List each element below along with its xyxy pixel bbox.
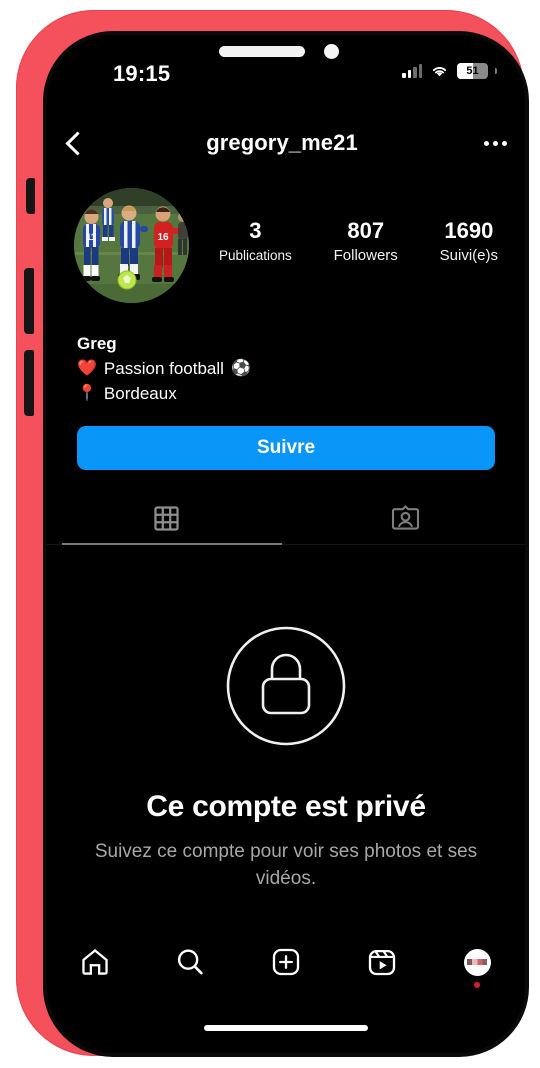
nav-create[interactable]: [238, 947, 334, 977]
stat-publications[interactable]: 3 Publications: [219, 218, 292, 266]
profile-picture-image: 11 16: [74, 188, 189, 303]
bio-line-2: 📍 Bordeaux: [77, 381, 477, 406]
soccer-ball-emoji: ⚽: [230, 359, 251, 377]
status-time: 19:15: [113, 61, 171, 86]
plus-square-icon: [272, 948, 300, 976]
active-tab-underline: [62, 543, 282, 545]
private-account-subtitle: Suivez ce compte pour voir ses photos et…: [94, 841, 478, 889]
stat-followers[interactable]: 807 Followers: [334, 218, 398, 266]
bio-line-2-text: Bordeaux: [103, 384, 177, 403]
nav-reels[interactable]: [334, 947, 430, 977]
publications-label: Publications: [218, 248, 292, 263]
chevron-left-icon: [65, 130, 90, 156]
page-title: gregory_me21: [206, 130, 358, 155]
notification-dot: [474, 981, 481, 988]
reels-icon: [368, 949, 395, 976]
grid-icon: [154, 505, 179, 531]
red-heart-emoji: ❤️: [77, 359, 97, 377]
round-pushpin-emoji: 📍: [77, 384, 97, 402]
search-icon: [178, 949, 204, 975]
volume-down-button[interactable]: [24, 350, 34, 416]
stat-following[interactable]: 1690 Suivi(e)s: [440, 218, 498, 266]
back-button[interactable]: [47, 117, 103, 169]
battery-nub: [495, 68, 497, 74]
phone-screen: 19:15 51 gregory_me21 11 16 3 Publicatio…: [47, 35, 525, 1053]
wifi-icon: [432, 67, 447, 77]
more-options-icon: [483, 140, 489, 146]
profile-summary: 11 16 3 Publications 807 Followers 1690 …: [47, 188, 525, 303]
more-options-button[interactable]: [465, 117, 525, 169]
volume-up-button[interactable]: [24, 268, 34, 334]
app-header: gregory_me21: [47, 117, 525, 169]
follow-button[interactable]: Suivre: [77, 426, 495, 470]
battery-icon: 51: [457, 63, 488, 79]
front-camera-dot: [324, 44, 339, 59]
home-indicator[interactable]: [204, 1025, 368, 1031]
private-account-title: Ce compte est privé: [146, 790, 426, 823]
nav-home[interactable]: [47, 947, 143, 977]
lock-circle-icon: [226, 626, 346, 746]
nav-search[interactable]: [143, 947, 239, 977]
avatar[interactable]: 11 16: [74, 188, 189, 303]
status-indicators: 51: [402, 63, 497, 79]
grid-tab[interactable]: [47, 490, 286, 546]
tagged-person-icon: [391, 504, 420, 530]
following-count: 1690: [444, 218, 494, 243]
followers-count: 807: [347, 218, 385, 243]
profile-tabs: [47, 490, 525, 546]
nav-profile[interactable]: [429, 948, 525, 988]
profile-stats: 3 Publications 807 Followers 1690 Suivi(…: [198, 188, 525, 266]
mute-switch-button[interactable]: [26, 178, 35, 214]
profile-avatar-icon: [463, 948, 491, 976]
private-account-block: Ce compte est privé Suivez ce compte pou…: [47, 625, 525, 892]
bottom-navigation-bar: [47, 933, 525, 991]
tagged-tab[interactable]: [286, 490, 525, 546]
avatar-logo-mark: [467, 959, 488, 965]
avatar-wrapper: 11 16: [74, 188, 198, 303]
following-label: Suivi(e)s: [439, 247, 499, 264]
phone-case: 19:15 51 gregory_me21 11 16 3 Publicatio…: [16, 10, 529, 1057]
publications-count: 3: [249, 218, 262, 243]
screenshot-stage: 19:15 51 gregory_me21 11 16 3 Publicatio…: [0, 0, 540, 1068]
dynamic-island: [219, 46, 305, 57]
svg-text:16: 16: [157, 232, 169, 243]
profile-display-name: Greg: [77, 334, 117, 353]
profile-bio: Greg ❤️ Passion football ⚽ 📍 Bordeaux: [77, 332, 477, 406]
cellular-signal-icon: [402, 64, 422, 78]
bio-line-1-text: Passion football: [103, 359, 224, 378]
svg-text:11: 11: [86, 232, 96, 242]
home-icon: [82, 948, 108, 975]
battery-percent-label: 51: [466, 65, 479, 77]
followers-label: Followers: [333, 247, 398, 264]
bio-line-1: ❤️ Passion football ⚽: [77, 356, 477, 381]
status-bar: 19:15 51: [47, 35, 525, 97]
